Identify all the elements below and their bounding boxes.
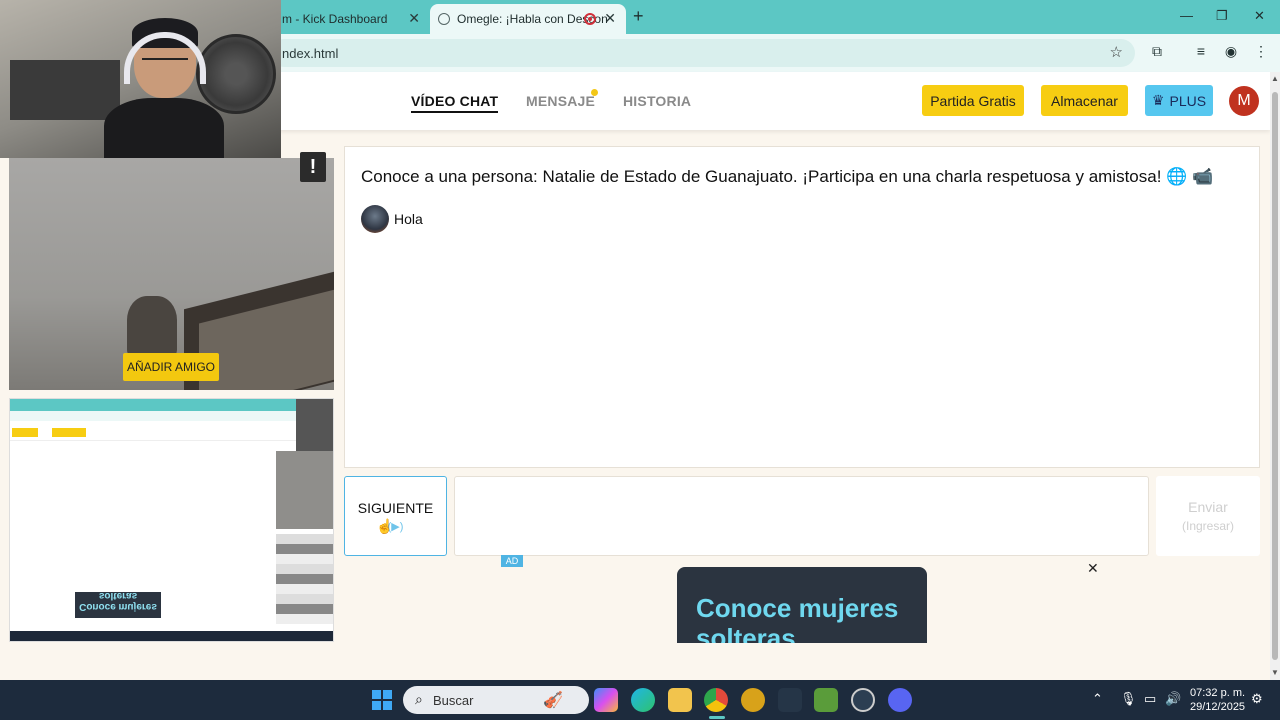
system-clock[interactable]: 07:32 p. m. 29/12/2025: [1190, 686, 1245, 714]
chat-message: Hola: [361, 205, 423, 233]
message-text: Hola: [394, 211, 423, 227]
copilot-icon[interactable]: [594, 688, 618, 712]
mirror-ad: Conoce mujeres solteras: [75, 590, 161, 618]
clock-date: 29/12/2025: [1190, 701, 1246, 713]
url-text: ndex.html: [282, 46, 339, 61]
taskbar-search[interactable]: ⌕ Buscar 🎻: [403, 686, 589, 714]
recording-icon: [584, 13, 596, 25]
nav-historia[interactable]: HISTORIA: [623, 93, 691, 109]
ad-banner[interactable]: Conoce mujeres solteras: [677, 567, 927, 643]
self-video: Conoce mujeres solteras: [9, 398, 334, 642]
free-match-button[interactable]: Partida Gratis: [922, 85, 1024, 116]
next-button[interactable]: SIGUIENTE (▶): [344, 476, 447, 556]
discord-icon[interactable]: [888, 688, 912, 712]
extensions-icon[interactable]: ⧉: [1148, 42, 1166, 60]
ad-text: Conoce mujeres solteras: [696, 593, 899, 643]
scrollbar-thumb[interactable]: [1272, 92, 1278, 660]
webcam-desk: [10, 60, 120, 120]
mirror-stranger-video: [276, 451, 333, 529]
globe-icon: [438, 13, 450, 25]
new-tab-button[interactable]: +: [633, 6, 644, 27]
next-shortcut: (▶): [387, 521, 404, 533]
plus-label: PLUS: [1169, 92, 1207, 109]
webcam-person: [104, 16, 224, 158]
search-icon: ⌕: [415, 691, 423, 707]
clock-time: 07:32 p. m.: [1190, 687, 1246, 699]
obs-icon[interactable]: [851, 688, 875, 712]
mirror-button: [12, 428, 38, 437]
nav-video-chat[interactable]: VÍDEO CHAT: [411, 93, 499, 113]
media-control-icon[interactable]: ≡: [1192, 42, 1210, 60]
minimize-button[interactable]: —: [1180, 8, 1193, 23]
crown-icon: ♛: [1151, 92, 1165, 108]
mirror-toolbar: [10, 411, 333, 421]
report-button[interactable]: !: [300, 152, 326, 182]
scroll-up-icon[interactable]: ▲: [1271, 74, 1279, 83]
tray-chevron-icon[interactable]: ⌃: [1092, 691, 1103, 707]
next-label: SIGUIENTE: [357, 500, 434, 516]
microphone-icon[interactable]: 🎙: [1120, 691, 1137, 707]
add-friend-button[interactable]: AÑADIR AMIGO: [123, 353, 219, 381]
chrome-icon[interactable]: [704, 688, 728, 712]
profile-icon[interactable]: ◉: [1222, 42, 1240, 60]
edge-icon[interactable]: [631, 688, 655, 712]
bookmark-star-icon[interactable]: ☆: [1110, 43, 1123, 61]
address-bar[interactable]: ndex.html ☆: [270, 39, 1135, 67]
nav-mensaje[interactable]: MENSAJE: [526, 93, 595, 109]
chat-intro: Conoce a una persona: Natalie de Estado …: [361, 167, 1214, 186]
ad-badge: AD: [501, 555, 523, 567]
plus-button[interactable]: ♛ PLUS: [1145, 85, 1213, 116]
coin-app-icon[interactable]: [741, 688, 765, 712]
windows-start-icon[interactable]: [372, 690, 392, 710]
mirror-button: [52, 428, 86, 437]
stranger-avatar: [361, 205, 389, 233]
hand-cursor-icon: ☝: [376, 518, 394, 534]
notifications-icon[interactable]: ⚙: [1251, 691, 1263, 707]
send-button[interactable]: Enviar (Ingresar): [1156, 476, 1260, 556]
scroll-down-icon[interactable]: ▼: [1271, 668, 1279, 677]
notification-dot: [591, 89, 598, 96]
tab-close-icon[interactable]: ✕: [408, 10, 420, 27]
file-explorer-icon[interactable]: [668, 688, 692, 712]
window-close-button[interactable]: ✕: [1254, 8, 1265, 24]
chat-panel: Conoce a una persona: Natalie de Estado …: [344, 146, 1260, 468]
tab-kick-dashboard[interactable]: m - Kick Dashboard ✕: [270, 4, 430, 34]
person-body: [104, 98, 224, 158]
minecraft-icon[interactable]: [814, 688, 838, 712]
mirror-taskbar: [10, 631, 333, 641]
user-avatar[interactable]: M: [1229, 86, 1259, 116]
webcam-fan: [196, 34, 276, 114]
tab-omegle[interactable]: Omegle: ¡Habla con Descon ✕: [430, 4, 626, 34]
maximize-button[interactable]: ❐: [1216, 8, 1228, 24]
mirror-webcam: [296, 399, 333, 451]
store-button[interactable]: Almacenar: [1041, 85, 1128, 116]
send-label: Enviar: [1188, 499, 1228, 515]
windows-taskbar: ⌕ Buscar 🎻 ⌃ 🎙 ▭ 🔊 07:32 p. m. 29/12/202…: [0, 680, 1280, 720]
active-app-indicator: [709, 716, 725, 719]
terminal-icon[interactable]: [778, 688, 802, 712]
ad-close-icon[interactable]: ✕: [1087, 560, 1099, 577]
menu-kebab-icon[interactable]: ⋮: [1252, 42, 1270, 60]
volume-icon[interactable]: 🔊: [1165, 691, 1181, 707]
mirror-recursion: [276, 534, 333, 624]
webcam-overlay: [0, 0, 281, 158]
message-input[interactable]: [454, 476, 1149, 556]
send-shortcut: (Ingresar): [1181, 519, 1234, 533]
tab-label: m - Kick Dashboard: [282, 12, 388, 26]
search-placeholder: Buscar: [433, 693, 474, 708]
video-scene-object: [127, 296, 177, 356]
tab-close-icon[interactable]: ✕: [604, 10, 616, 27]
page-scrollbar[interactable]: ▲ ▼: [1270, 72, 1280, 680]
mirror-tab-bar: [10, 399, 333, 411]
violin-icon: 🎻: [543, 692, 563, 709]
network-icon[interactable]: ▭: [1144, 691, 1156, 707]
